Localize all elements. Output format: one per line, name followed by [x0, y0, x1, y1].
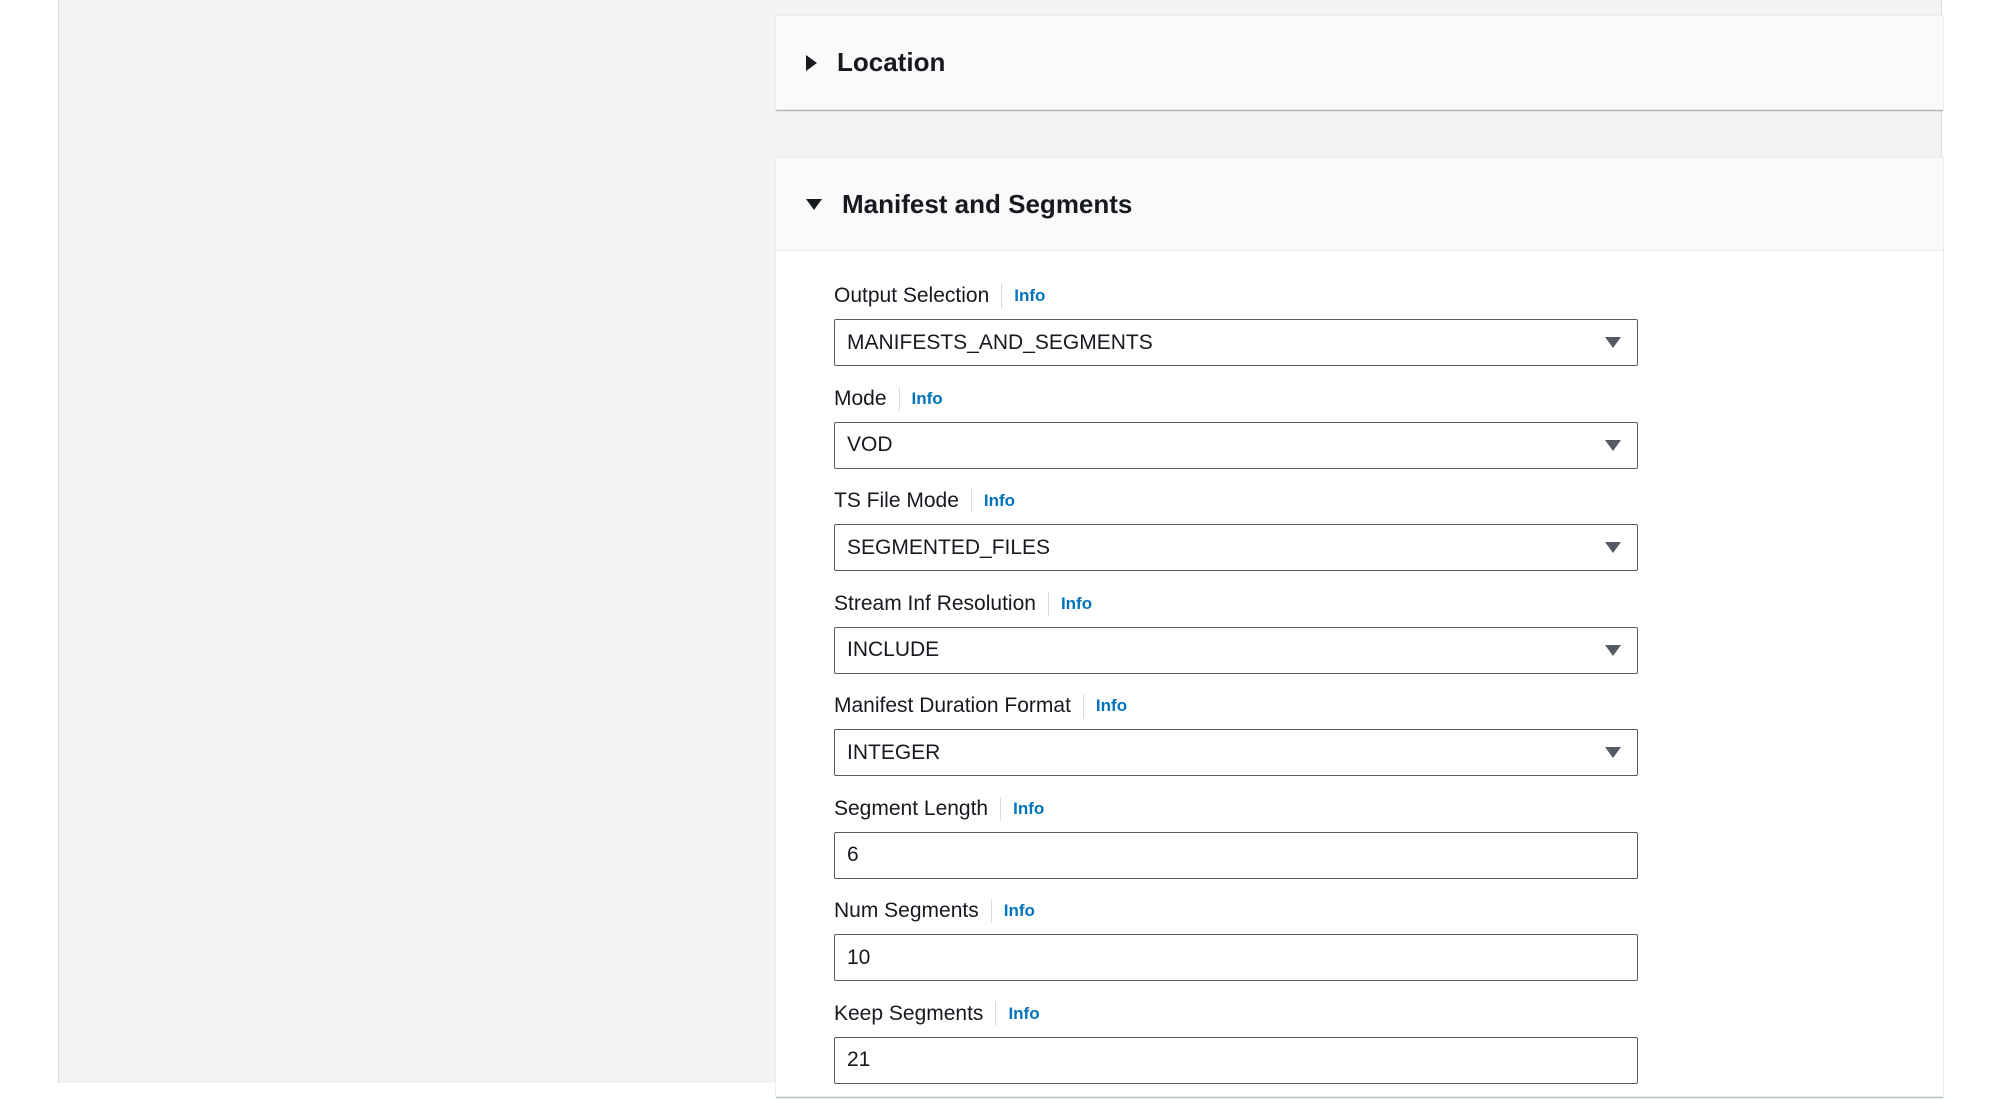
manifest-duration-format-select[interactable]: INTEGER [834, 729, 1638, 776]
manifest-section-title: Manifest and Segments [842, 189, 1132, 220]
stream-inf-resolution-select[interactable]: INCLUDE [834, 627, 1638, 674]
keep-segments-info-link[interactable]: Info [996, 1004, 1039, 1024]
mode-field: Mode Info VOD [834, 382, 1638, 485]
num-segments-input[interactable] [834, 934, 1638, 981]
manifest-and-segments-section: Manifest and Segments Output Selection I… [775, 157, 1944, 1097]
ts-file-mode-label: TS File Mode [834, 489, 972, 513]
num-segments-field: Num Segments Info [834, 894, 1638, 997]
num-segments-info-link[interactable]: Info [992, 901, 1035, 921]
mode-select[interactable]: VOD [834, 422, 1638, 469]
segment-length-field: Segment Length Info [834, 792, 1638, 895]
output-selection-select[interactable]: MANIFESTS_AND_SEGMENTS [834, 319, 1638, 366]
caret-right-icon [806, 55, 817, 71]
mode-label: Mode [834, 387, 900, 411]
output-selection-info-link[interactable]: Info [1002, 286, 1045, 306]
location-section-header[interactable]: Location [776, 16, 1943, 109]
stream-inf-resolution-value: INCLUDE [847, 638, 939, 662]
console-canvas: Location Manifest and Segments Output Se… [58, 0, 1942, 1083]
mode-info-link[interactable]: Info [900, 389, 943, 409]
output-selection-label: Output Selection [834, 284, 1002, 308]
segment-length-label: Segment Length [834, 797, 1001, 821]
num-segments-label: Num Segments [834, 899, 992, 923]
keep-segments-input[interactable] [834, 1037, 1638, 1084]
stream-inf-resolution-label: Stream Inf Resolution [834, 592, 1049, 616]
segment-length-info-link[interactable]: Info [1001, 799, 1044, 819]
dropdown-arrow-icon [1605, 542, 1621, 553]
keep-segments-field: Keep Segments Info [834, 997, 1638, 1099]
manifest-duration-format-info-link[interactable]: Info [1084, 696, 1127, 716]
location-section: Location [775, 15, 1944, 110]
output-selection-value: MANIFESTS_AND_SEGMENTS [847, 331, 1153, 355]
manifest-duration-format-value: INTEGER [847, 741, 940, 765]
ts-file-mode-info-link[interactable]: Info [972, 491, 1015, 511]
caret-down-icon [806, 199, 822, 210]
ts-file-mode-select[interactable]: SEGMENTED_FILES [834, 524, 1638, 571]
dropdown-arrow-icon [1605, 440, 1621, 451]
keep-segments-label: Keep Segments [834, 1002, 996, 1026]
stream-inf-resolution-field: Stream Inf Resolution Info INCLUDE [834, 587, 1638, 690]
mode-value: VOD [847, 433, 893, 457]
dropdown-arrow-icon [1605, 645, 1621, 656]
dropdown-arrow-icon [1605, 337, 1621, 348]
ts-file-mode-field: TS File Mode Info SEGMENTED_FILES [834, 484, 1638, 587]
location-section-title: Location [837, 47, 945, 78]
dropdown-arrow-icon [1605, 747, 1621, 758]
manifest-section-header[interactable]: Manifest and Segments [776, 158, 1943, 251]
output-selection-field: Output Selection Info MANIFESTS_AND_SEGM… [834, 279, 1638, 382]
manifest-duration-format-field: Manifest Duration Format Info INTEGER [834, 689, 1638, 792]
ts-file-mode-value: SEGMENTED_FILES [847, 536, 1050, 560]
manifest-form: Output Selection Info MANIFESTS_AND_SEGM… [834, 279, 1638, 1099]
segment-length-input[interactable] [834, 832, 1638, 879]
manifest-duration-format-label: Manifest Duration Format [834, 694, 1084, 718]
stream-inf-resolution-info-link[interactable]: Info [1049, 594, 1092, 614]
